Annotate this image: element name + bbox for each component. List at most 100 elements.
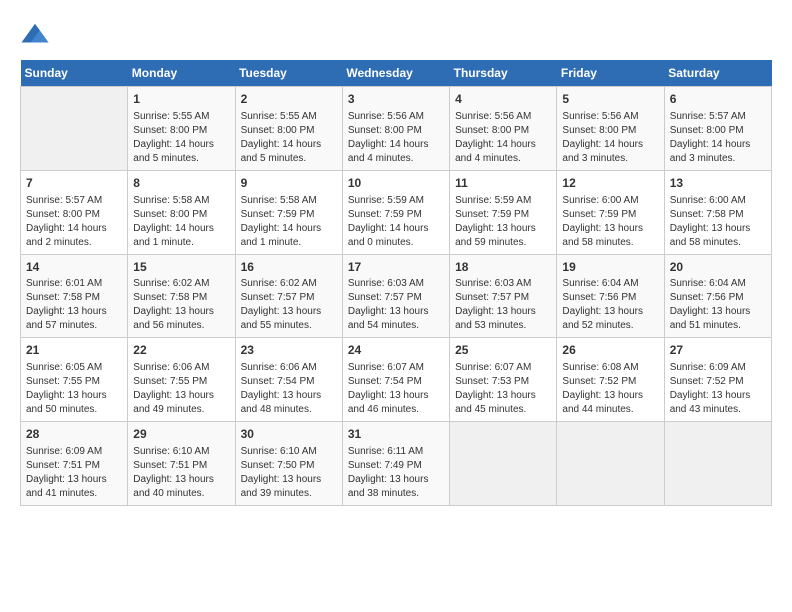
day-cell: 17Sunrise: 6:03 AMSunset: 7:57 PMDayligh… [342,254,449,338]
day-number: 28 [26,426,122,443]
day-number: 16 [241,259,337,276]
week-row-3: 14Sunrise: 6:01 AMSunset: 7:58 PMDayligh… [21,254,772,338]
day-number: 21 [26,342,122,359]
header-monday: Monday [128,60,235,87]
day-number: 10 [348,175,444,192]
day-cell [557,422,664,506]
day-number: 4 [455,91,551,108]
day-info: Sunrise: 6:03 AMSunset: 7:57 PMDaylight:… [348,277,444,333]
day-cell: 12 Sunrise: 6:00 AMSunset: 7:59 PMDayligh… [557,170,664,254]
day-number: 11 [455,175,551,192]
day-info: Sunrise: 6:06 AMSunset: 7:55 PMDaylight:… [133,361,229,417]
header-thursday: Thursday [450,60,557,87]
day-info: Sunrise: 5:55 AMSunset: 8:00 PMDaylight:… [241,110,337,166]
day-info: Sunrise: 6:07 AMSunset: 7:54 PMDaylight:… [348,361,444,417]
day-cell: 13Sunrise: 6:00 AMSunset: 7:58 PMDayligh… [664,170,771,254]
day-info: Sunrise: 6:04 AMSunset: 7:56 PMDaylight:… [562,277,658,333]
day-info: Sunrise: 6:01 AMSunset: 7:58 PMDaylight:… [26,277,122,333]
week-row-4: 21 Sunrise: 6:05 AMSunset: 7:55 PMDayligh… [21,338,772,422]
day-cell: 4 Sunrise: 5:56 AMSunset: 8:00 PMDaylight… [450,87,557,171]
header-friday: Friday [557,60,664,87]
logo [20,20,54,50]
day-cell: 3 Sunrise: 5:56 AMSunset: 8:00 PMDaylight… [342,87,449,171]
day-info: Sunrise: 6:07 AMSunset: 7:53 PMDaylight:… [455,361,551,417]
day-number: 15 [133,259,229,276]
header-sunday: Sunday [21,60,128,87]
calendar-header: SundayMondayTuesdayWednesdayThursdayFrid… [21,60,772,87]
day-cell: 7Sunrise: 5:57 AMSunset: 8:00 PMDaylight… [21,170,128,254]
day-cell: 27 Sunrise: 6:09 AMSunset: 7:52 PMDayligh… [664,338,771,422]
day-cell: 5 Sunrise: 5:56 AMSunset: 8:00 PMDaylight… [557,87,664,171]
day-info: Sunrise: 6:04 AMSunset: 7:56 PMDaylight:… [670,277,766,333]
day-info: Sunrise: 6:00 AMSunset: 7:59 PMDaylight:… [562,194,658,250]
header-wednesday: Wednesday [342,60,449,87]
day-cell: 1Sunrise: 5:55 AMSunset: 8:00 PMDaylight… [128,87,235,171]
day-info: Sunrise: 6:10 AMSunset: 7:50 PMDaylight:… [241,445,337,501]
day-number: 14 [26,259,122,276]
day-info: Sunrise: 6:10 AMSunset: 7:51 PMDaylight:… [133,445,229,501]
day-number: 3 [348,91,444,108]
day-info: Sunrise: 6:03 AMSunset: 7:57 PMDaylight:… [455,277,551,333]
day-info: Sunrise: 6:05 AMSunset: 7:55 PMDaylight:… [26,361,122,417]
day-cell [21,87,128,171]
day-number: 30 [241,426,337,443]
day-cell: 30 Sunrise: 6:10 AMSunset: 7:50 PMDayligh… [235,422,342,506]
day-number: 22 [133,342,229,359]
day-info: Sunrise: 6:00 AMSunset: 7:58 PMDaylight:… [670,194,766,250]
week-row-2: 7Sunrise: 5:57 AMSunset: 8:00 PMDaylight… [21,170,772,254]
day-cell: 25 Sunrise: 6:07 AMSunset: 7:53 PMDayligh… [450,338,557,422]
page-header [20,20,772,50]
calendar-body: 1Sunrise: 5:55 AMSunset: 8:00 PMDaylight… [21,87,772,506]
day-cell: 14Sunrise: 6:01 AMSunset: 7:58 PMDayligh… [21,254,128,338]
day-cell: 28 Sunrise: 6:09 AMSunset: 7:51 PMDayligh… [21,422,128,506]
day-number: 29 [133,426,229,443]
day-number: 20 [670,259,766,276]
day-info: Sunrise: 5:55 AMSunset: 8:00 PMDaylight:… [133,110,229,166]
day-cell: 24 Sunrise: 6:07 AMSunset: 7:54 PMDayligh… [342,338,449,422]
day-number: 8 [133,175,229,192]
day-number: 25 [455,342,551,359]
day-info: Sunrise: 5:56 AMSunset: 8:00 PMDaylight:… [562,110,658,166]
day-cell: 31 Sunrise: 6:11 AMSunset: 7:49 PMDayligh… [342,422,449,506]
day-info: Sunrise: 6:08 AMSunset: 7:52 PMDaylight:… [562,361,658,417]
day-info: Sunrise: 6:09 AMSunset: 7:51 PMDaylight:… [26,445,122,501]
day-info: Sunrise: 6:11 AMSunset: 7:49 PMDaylight:… [348,445,444,501]
day-number: 6 [670,91,766,108]
day-cell: 21 Sunrise: 6:05 AMSunset: 7:55 PMDayligh… [21,338,128,422]
day-info: Sunrise: 6:09 AMSunset: 7:52 PMDaylight:… [670,361,766,417]
week-row-5: 28 Sunrise: 6:09 AMSunset: 7:51 PMDayligh… [21,422,772,506]
day-number: 26 [562,342,658,359]
day-cell: 15Sunrise: 6:02 AMSunset: 7:58 PMDayligh… [128,254,235,338]
logo-icon [20,20,50,50]
day-info: Sunrise: 5:59 AMSunset: 7:59 PMDaylight:… [455,194,551,250]
day-cell: 2 Sunrise: 5:55 AMSunset: 8:00 PMDaylight… [235,87,342,171]
day-number: 5 [562,91,658,108]
day-number: 31 [348,426,444,443]
header-tuesday: Tuesday [235,60,342,87]
day-cell: 18Sunrise: 6:03 AMSunset: 7:57 PMDayligh… [450,254,557,338]
day-cell: 8Sunrise: 5:58 AMSunset: 8:00 PMDaylight… [128,170,235,254]
day-number: 27 [670,342,766,359]
day-number: 2 [241,91,337,108]
day-info: Sunrise: 5:59 AMSunset: 7:59 PMDaylight:… [348,194,444,250]
day-number: 23 [241,342,337,359]
day-number: 24 [348,342,444,359]
day-info: Sunrise: 6:02 AMSunset: 7:57 PMDaylight:… [241,277,337,333]
week-row-1: 1Sunrise: 5:55 AMSunset: 8:00 PMDaylight… [21,87,772,171]
day-info: Sunrise: 6:02 AMSunset: 7:58 PMDaylight:… [133,277,229,333]
day-info: Sunrise: 6:06 AMSunset: 7:54 PMDaylight:… [241,361,337,417]
day-info: Sunrise: 5:58 AMSunset: 7:59 PMDaylight:… [241,194,337,250]
day-cell: 22 Sunrise: 6:06 AMSunset: 7:55 PMDayligh… [128,338,235,422]
calendar-table: SundayMondayTuesdayWednesdayThursdayFrid… [20,60,772,506]
day-cell: 20Sunrise: 6:04 AMSunset: 7:56 PMDayligh… [664,254,771,338]
day-cell: 19Sunrise: 6:04 AMSunset: 7:56 PMDayligh… [557,254,664,338]
day-cell: 9 Sunrise: 5:58 AMSunset: 7:59 PMDaylight… [235,170,342,254]
day-info: Sunrise: 5:56 AMSunset: 8:00 PMDaylight:… [455,110,551,166]
header-saturday: Saturday [664,60,771,87]
day-number: 7 [26,175,122,192]
day-number: 12 [562,175,658,192]
day-info: Sunrise: 5:56 AMSunset: 8:00 PMDaylight:… [348,110,444,166]
day-cell: 6Sunrise: 5:57 AMSunset: 8:00 PMDaylight… [664,87,771,171]
day-number: 9 [241,175,337,192]
day-number: 19 [562,259,658,276]
